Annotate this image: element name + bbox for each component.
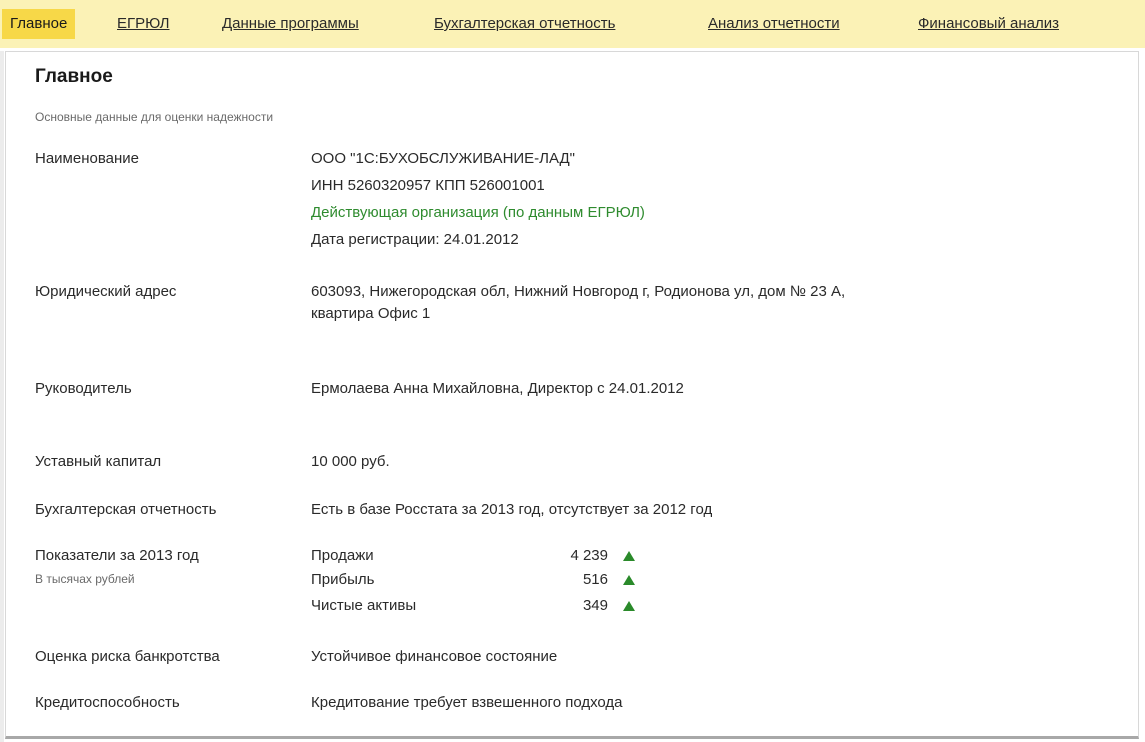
- reporting-label: Бухгалтерская отчетность: [35, 501, 217, 518]
- left-edge: [0, 51, 4, 742]
- indicators-sublabel: В тысячах рублей: [35, 572, 135, 586]
- address-line2-value: квартира Офис 1: [311, 305, 431, 322]
- indicator-net-assets-value: 349: [582, 597, 608, 614]
- indicators-label: Показатели за 2013 год: [35, 547, 199, 564]
- tab-bar: Главное ЕГРЮЛ Данные программы Бухгалтер…: [0, 0, 1145, 48]
- trend-up-icon: [623, 575, 635, 585]
- indicator-profit-value: 516: [582, 571, 608, 588]
- address-line1-value: 603093, Нижегородская обл, Нижний Новгор…: [311, 283, 846, 300]
- bankruptcy-label: Оценка риска банкротства: [35, 648, 220, 665]
- credit-value: Кредитование требует взвешенного подхода: [311, 694, 623, 711]
- org-name-value: ООО "1С:БУХОБСЛУЖИВАНИЕ-ЛАД": [311, 150, 576, 167]
- tab-accounting-reports[interactable]: Бухгалтерская отчетность: [434, 9, 615, 39]
- page-title: Главное: [35, 66, 113, 87]
- inn-kpp-value: ИНН 5260320957 КПП 526001001: [311, 177, 545, 194]
- address-label: Юридический адрес: [35, 283, 177, 300]
- trend-up-icon: [623, 551, 635, 561]
- tab-egrul[interactable]: ЕГРЮЛ: [117, 9, 169, 39]
- indicator-sales-name: Продажи: [311, 547, 374, 564]
- tab-report-analysis[interactable]: Анализ отчетности: [708, 9, 840, 39]
- indicator-profit-name: Прибыль: [311, 571, 375, 588]
- indicator-sales-value: 4 239: [570, 547, 608, 564]
- tab-program-data[interactable]: Данные программы: [222, 9, 359, 39]
- tab-financial-analysis[interactable]: Финансовый анализ: [918, 9, 1059, 39]
- capital-value: 10 000 руб.: [311, 453, 390, 470]
- tab-main[interactable]: Главное: [2, 9, 76, 39]
- org-status-value: Действующая организация (по данным ЕГРЮЛ…: [311, 204, 645, 221]
- indicator-net-assets-name: Чистые активы: [311, 597, 417, 614]
- capital-label: Уставный капитал: [35, 453, 162, 470]
- reg-date-value: Дата регистрации: 24.01.2012: [311, 231, 519, 248]
- head-value: Ермолаева Анна Михайловна, Директор с 24…: [311, 380, 684, 397]
- reporting-value: Есть в базе Росстата за 2013 год, отсутс…: [311, 501, 713, 518]
- page-subtitle: Основные данные для оценки надежности: [35, 110, 274, 124]
- bankruptcy-value: Устойчивое финансовое состояние: [311, 648, 558, 665]
- head-label: Руководитель: [35, 380, 132, 397]
- credit-label: Кредитоспособность: [35, 694, 180, 711]
- trend-up-icon: [623, 601, 635, 611]
- name-label: Наименование: [35, 150, 139, 167]
